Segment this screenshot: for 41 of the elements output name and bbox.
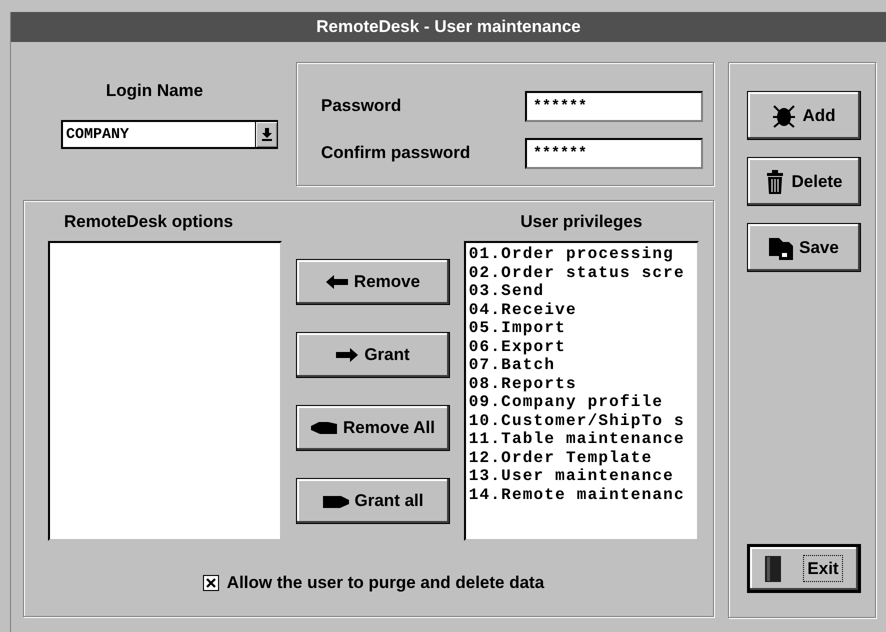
privilege-item[interactable]: 02.Order status scre (468, 264, 697, 282)
privilege-item[interactable]: 07.Batch (468, 356, 697, 374)
privileges-label: User privileges (520, 212, 642, 232)
door-icon (765, 556, 782, 582)
privilege-item[interactable]: 13.User maintenance (468, 467, 697, 486)
privilege-item[interactable]: 03.Send (468, 282, 697, 300)
privilege-item[interactable]: 01.Order processing (468, 245, 697, 264)
document-icon (769, 236, 794, 260)
arrow-left-icon (326, 275, 348, 289)
field-label: Password (321, 96, 402, 116)
purge-checkbox[interactable] (202, 575, 219, 591)
privilege-item[interactable]: 05.Import (468, 319, 697, 338)
privilege-item[interactable]: 14.Remote maintenanc (468, 486, 697, 504)
grant-all-button[interactable]: Grant all (296, 478, 450, 524)
arrow-right-icon (336, 348, 358, 362)
checkbox-label: Allow the user to purge and delete data (226, 573, 544, 593)
save-button[interactable]: Save (747, 223, 861, 272)
privilege-item[interactable]: 11.Table maintenance (468, 430, 697, 448)
trash-icon (765, 170, 786, 194)
privilege-item[interactable]: 09.Company profile (468, 393, 697, 412)
options-label: RemoteDesk options (64, 212, 234, 232)
privileges-list[interactable] (464, 241, 699, 541)
login-name-label: Login Name (106, 81, 204, 101)
bug-icon (772, 104, 796, 128)
dropdown-arrow-icon (262, 128, 272, 141)
delete-button[interactable]: Delete (747, 157, 861, 206)
login-name-dropdown[interactable]: COMPANY (61, 120, 278, 149)
remove-all-button[interactable]: Remove All (296, 405, 450, 451)
window-title: RemoteDesk - User maintenance (11, 12, 886, 42)
privilege-item[interactable]: 06.Export (468, 338, 697, 356)
privilege-item[interactable]: 10.Customer/ShipTo s (468, 412, 697, 430)
privilege-item[interactable]: 12.Order Template (468, 448, 697, 467)
exit-button[interactable]: Exit (747, 544, 861, 593)
password-field[interactable]: ****** (525, 138, 703, 169)
field-label: Confirm password (321, 142, 470, 162)
remove-button[interactable]: Remove (296, 259, 450, 305)
privilege-item[interactable]: 04.Receive (468, 300, 697, 319)
grant-button[interactable]: Grant (296, 332, 450, 378)
add-button[interactable]: Add (747, 91, 861, 140)
password-field[interactable]: ****** (525, 91, 703, 122)
privilege-item[interactable]: 08.Reports (468, 374, 697, 393)
